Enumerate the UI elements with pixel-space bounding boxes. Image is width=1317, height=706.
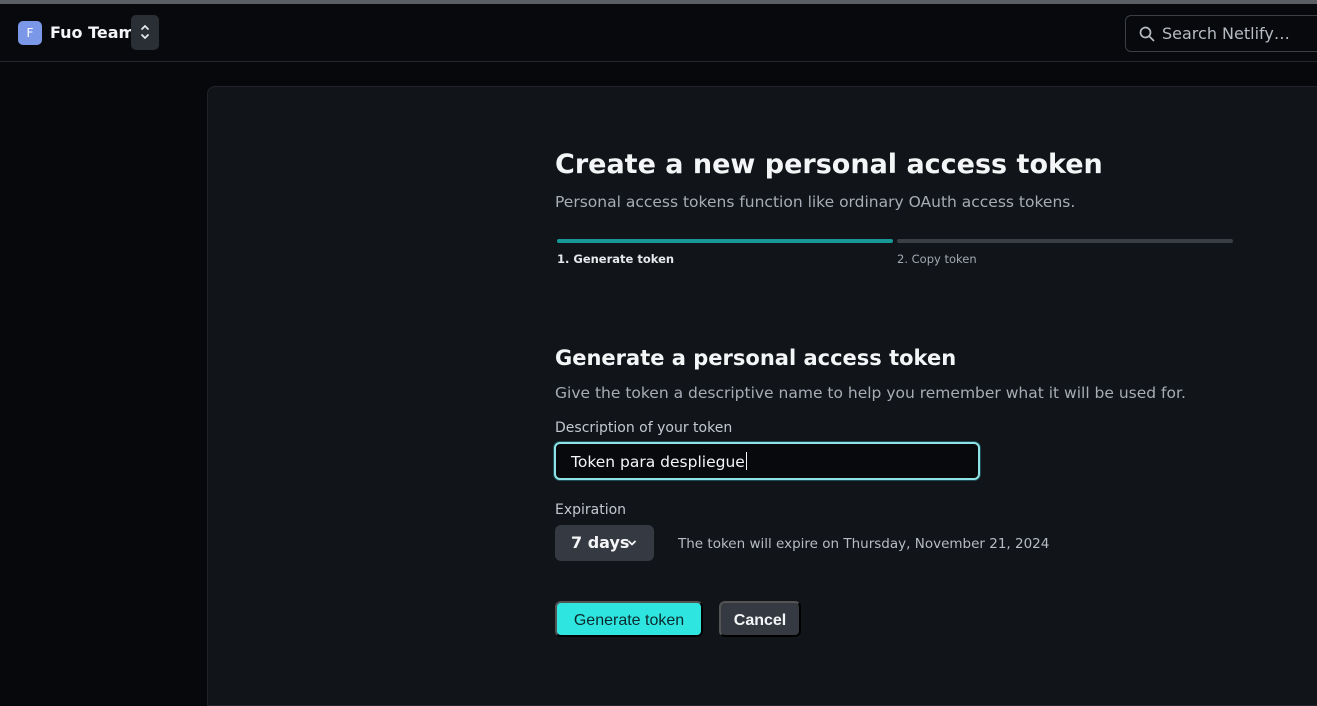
step-label-generate: 1. Generate token <box>557 252 675 266</box>
step-label-copy: 2. Copy token <box>897 252 977 266</box>
top-bar: F Fuo Team Search Netlify… <box>0 4 1317 62</box>
team-switcher-button[interactable] <box>131 15 159 50</box>
generate-token-button[interactable]: Generate token <box>555 601 703 637</box>
expiration-note: The token will expire on Thursday, Novem… <box>678 536 1050 552</box>
description-field-label: Description of your token <box>555 420 733 436</box>
text-caret <box>745 452 747 470</box>
expiration-select[interactable]: 7 days <box>555 525 654 561</box>
team-name[interactable]: Fuo Team <box>50 22 135 44</box>
step-progress-copy <box>897 239 1233 243</box>
step-progress-generate <box>557 239 893 243</box>
cancel-button[interactable]: Cancel <box>719 601 801 637</box>
search-input[interactable]: Search Netlify… <box>1125 15 1317 52</box>
section-title: Generate a personal access token <box>555 346 957 370</box>
section-description: Give the token a descriptive name to hel… <box>555 384 1186 402</box>
chevron-down-icon <box>628 540 636 546</box>
chevron-up-down-icon <box>140 25 150 45</box>
team-avatar[interactable]: F <box>18 21 42 45</box>
expiration-label: Expiration <box>555 502 627 518</box>
description-field[interactable]: Token para despliegue <box>554 442 980 480</box>
page-subtitle: Personal access tokens function like ord… <box>555 193 1076 211</box>
page-title: Create a new personal access token <box>555 149 1103 180</box>
search-placeholder: Search Netlify… <box>1162 24 1290 43</box>
expiration-select-value: 7 days <box>571 533 630 552</box>
description-field-value: Token para despliegue <box>571 452 747 471</box>
search-icon <box>1139 26 1155 42</box>
